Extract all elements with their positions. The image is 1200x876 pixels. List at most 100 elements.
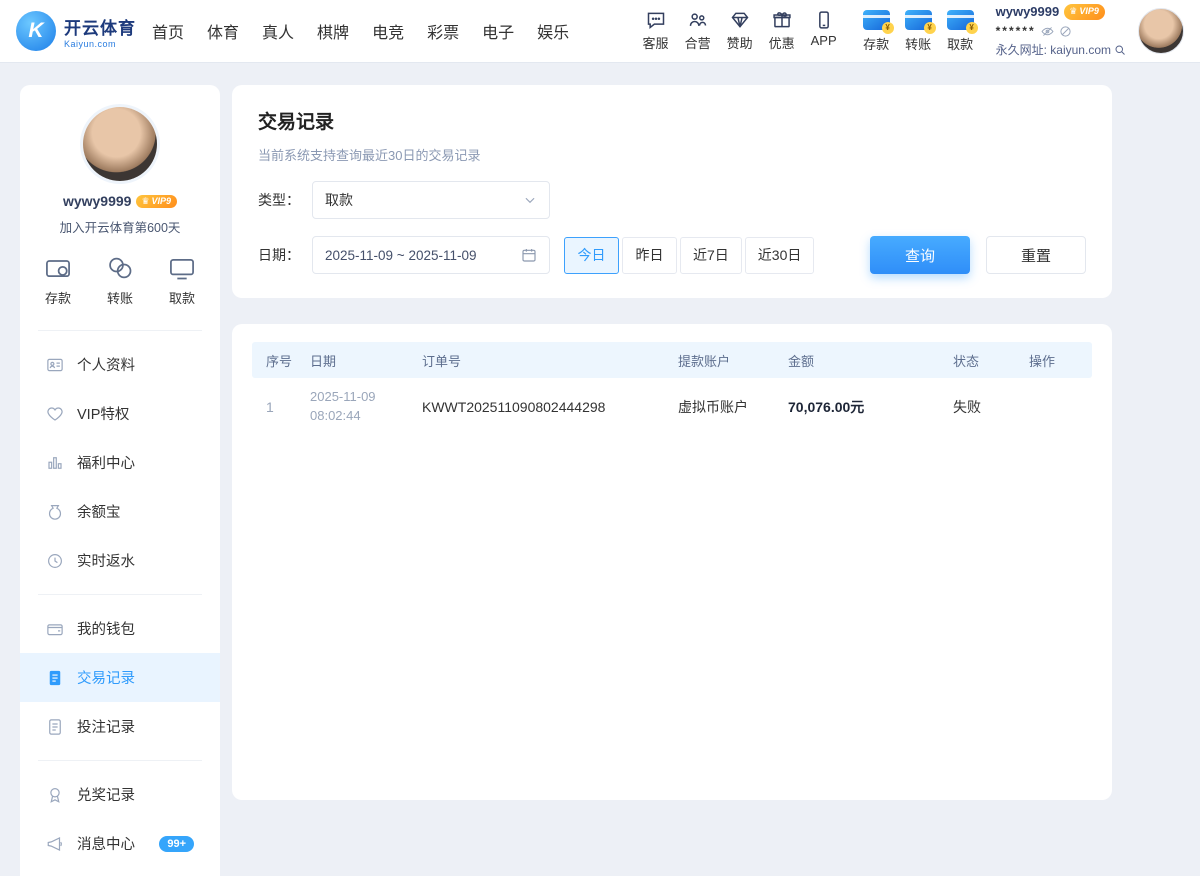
cell-amount: 70,076.00元 <box>774 397 939 417</box>
range-30days-button[interactable]: 近30日 <box>745 237 815 274</box>
brand-domain: Kaiyun.com <box>64 39 136 49</box>
header-order-no: 订单号 <box>408 351 664 370</box>
nav-chess[interactable]: 棋牌 <box>317 19 349 43</box>
cell-time: 08:02:44 <box>310 407 408 426</box>
sidebar-transfer-button[interactable]: 转账 <box>106 254 134 307</box>
eye-off-icon[interactable] <box>1041 25 1054 38</box>
table-row: 1 2025-11-09 08:02:44 KWWT20251109080244… <box>252 378 1092 436</box>
menu-label: 兑奖记录 <box>77 784 135 805</box>
phone-icon <box>814 10 834 30</box>
sidebar-item-bet-records[interactable]: 投注记录 <box>20 702 220 751</box>
brand-logo-icon: K <box>16 11 56 51</box>
transfer-button[interactable]: 转账 <box>905 10 932 53</box>
cell-index: 1 <box>252 399 296 415</box>
nav-entertainment[interactable]: 娱乐 <box>537 19 569 43</box>
withdraw-button[interactable]: 取款 <box>947 10 974 53</box>
quick-range-group: 今日 昨日 近7日 近30日 <box>564 237 814 274</box>
main-content: 交易记录 当前系统支持查询最近30日的交易记录 类型： 取款 日期： 2025-… <box>232 85 1112 800</box>
id-card-icon <box>46 356 64 374</box>
menu-label: 福利中心 <box>77 452 135 473</box>
page-subtitle: 当前系统支持查询最近30日的交易记录 <box>258 145 1086 164</box>
quick-icon-label: 赞助 <box>727 33 753 52</box>
nav-sports[interactable]: 体育 <box>207 19 239 43</box>
menu-label: 交易记录 <box>77 667 135 688</box>
app-download-button[interactable]: APP <box>811 10 837 52</box>
menu-label: 实时返水 <box>77 550 135 571</box>
range-7days-button[interactable]: 近7日 <box>680 237 742 274</box>
cell-datetime: 2025-11-09 08:02:44 <box>296 388 408 426</box>
sidebar-quick-label: 取款 <box>169 288 195 307</box>
sidebar-quick-actions: 存款 转账 取款 <box>20 236 220 321</box>
user-avatar[interactable] <box>1138 8 1184 54</box>
withdraw-card-icon <box>947 10 974 30</box>
deposit-card-icon <box>863 10 890 30</box>
sidebar-item-yuebao[interactable]: 余额宝 <box>20 487 220 536</box>
cell-status: 失败 <box>939 397 1015 417</box>
promotions-button[interactable]: 优惠 <box>769 10 795 52</box>
chat-bubble-icon <box>646 10 666 30</box>
type-select[interactable]: 取款 <box>312 181 550 219</box>
header-index: 序号 <box>252 351 296 370</box>
page-body: wywy9999 ♛ VIP9 加入开云体育第600天 存款 转账 取款 个人资… <box>0 62 1200 876</box>
reset-button[interactable]: 重置 <box>986 236 1086 274</box>
customer-service-button[interactable]: 客服 <box>643 10 669 52</box>
unread-count-badge: 99+ <box>159 836 194 852</box>
profile-avatar <box>83 107 157 181</box>
partnership-button[interactable]: 合营 <box>685 10 711 52</box>
sidebar-item-prize-records[interactable]: 兑奖记录 <box>20 770 220 819</box>
nav-slots[interactable]: 电子 <box>482 19 514 43</box>
transfer-coins-icon <box>106 254 134 282</box>
diamond-icon <box>730 10 750 30</box>
masked-balance: ****** <box>996 22 1036 41</box>
nav-home[interactable]: 首页 <box>152 19 184 43</box>
nav-lottery[interactable]: 彩票 <box>427 19 459 43</box>
permanent-url-label: 永久网址: kaiyun.com <box>996 41 1111 60</box>
wallet-icon <box>46 620 64 638</box>
refresh-balance-icon[interactable] <box>1059 25 1072 38</box>
sidebar-quick-label: 存款 <box>45 288 71 307</box>
date-range-value: 2025-11-09 ~ 2025-11-09 <box>325 248 477 263</box>
sidebar-item-welfare[interactable]: 福利中心 <box>20 438 220 487</box>
divider <box>38 594 202 595</box>
sidebar-deposit-button[interactable]: 存款 <box>44 254 72 307</box>
transaction-table-card: 序号 日期 订单号 提款账户 金额 状态 操作 1 2025-11-09 08:… <box>232 324 1112 800</box>
username: wywy9999 <box>996 2 1060 22</box>
nav-esports[interactable]: 电竞 <box>372 19 404 43</box>
cell-order-no: KWWT202511090802444298 <box>408 399 664 415</box>
nav-live-casino[interactable]: 真人 <box>262 19 294 43</box>
search-button[interactable]: 查询 <box>870 236 970 274</box>
sidebar-item-wallet[interactable]: 我的钱包 <box>20 604 220 653</box>
header-account: 提款账户 <box>664 351 774 370</box>
money-bag-icon <box>46 503 64 521</box>
vip-badge: ♛ VIP9 <box>1064 4 1105 20</box>
wallet-action-label: 存款 <box>863 34 889 53</box>
sidebar-menu: 个人资料 VIP特权 福利中心 余额宝 实时返水 我的钱包 <box>20 340 220 868</box>
sidebar-item-profile[interactable]: 个人资料 <box>20 340 220 389</box>
header-status: 状态 <box>939 351 1015 370</box>
search-icon[interactable] <box>1114 44 1126 56</box>
profile-sidebar: wywy9999 ♛ VIP9 加入开云体育第600天 存款 转账 取款 个人资… <box>20 85 220 876</box>
brand-name: 开云体育 <box>64 14 136 39</box>
divider <box>38 760 202 761</box>
sidebar-withdraw-button[interactable]: 取款 <box>168 254 196 307</box>
menu-label: 投注记录 <box>77 716 135 737</box>
sidebar-item-vip[interactable]: VIP特权 <box>20 389 220 438</box>
withdraw-outline-icon <box>168 254 196 282</box>
range-today-button[interactable]: 今日 <box>564 237 619 274</box>
cell-date: 2025-11-09 <box>310 388 408 407</box>
sidebar-item-transactions[interactable]: 交易记录 <box>20 653 220 702</box>
gift-icon <box>772 10 792 30</box>
range-yesterday-button[interactable]: 昨日 <box>622 237 677 274</box>
deposit-button[interactable]: 存款 <box>863 10 890 53</box>
profile-username: wywy9999 <box>63 193 132 209</box>
sidebar-item-rebate[interactable]: 实时返水 <box>20 536 220 585</box>
wallet-action-label: 取款 <box>947 34 973 53</box>
sidebar-item-messages[interactable]: 消息中心 99+ <box>20 819 220 868</box>
date-range-input[interactable]: 2025-11-09 ~ 2025-11-09 <box>312 236 550 274</box>
chevron-down-icon <box>523 193 537 207</box>
wallet-action-label: 转账 <box>905 34 931 53</box>
brand-logo[interactable]: K 开云体育 Kaiyun.com <box>16 11 136 51</box>
sponsor-button[interactable]: 赞助 <box>727 10 753 52</box>
header-action: 操作 <box>1015 351 1092 370</box>
quick-icon-label: APP <box>811 33 837 48</box>
